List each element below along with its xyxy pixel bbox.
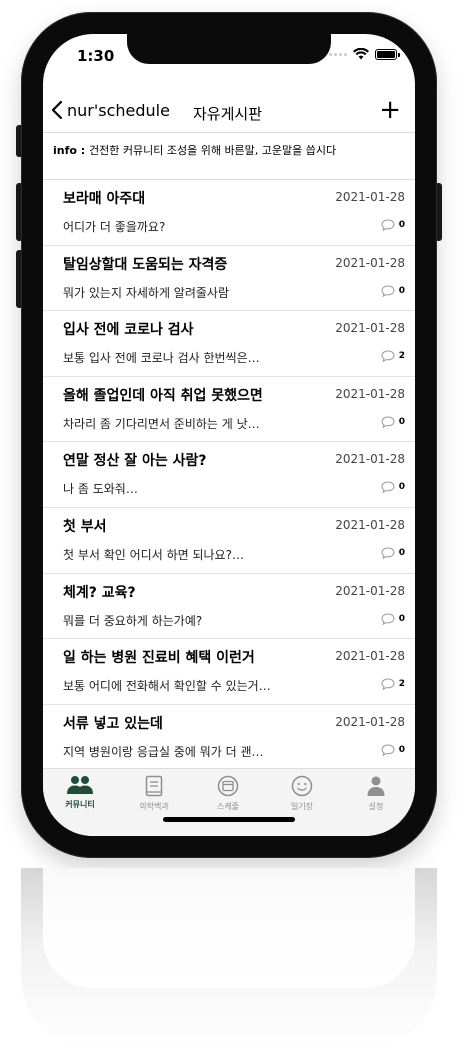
comment-count: 0 [398, 416, 405, 427]
post-item[interactable]: 첫 부서 2021-01-28 첫 부서 확인 어디서 하면 되나요?… 0 [43, 508, 415, 574]
comment-icon [381, 481, 395, 494]
post-item[interactable]: 보라매 아주대 2021-01-28 어디가 더 좋을까요? 0 [43, 180, 415, 246]
page-title: 자유게시판 [193, 105, 263, 123]
comment-count: 0 [398, 220, 405, 230]
tab-community[interactable]: 커뮤니티 [43, 775, 117, 810]
person-icon [367, 776, 385, 796]
comment-icon [381, 416, 395, 428]
phone-frame: 1:30 nur'schedule 자유게시판 + info : 건전한 커뮤니… [21, 12, 437, 858]
phone-screen: 1:30 nur'schedule 자유게시판 + info : 건전한 커뮤니… [43, 34, 415, 836]
notch [127, 34, 331, 64]
post-title: 입사 전에 코로나 검사 [63, 322, 194, 339]
post-preview: 뭐가 있는지 자세하게 알려줄사람 [63, 285, 230, 300]
post-title: 올해 졸업인데 아직 취업 못했으면 [63, 387, 263, 404]
post-title: 연말 정산 잘 아는 사람? [63, 453, 207, 470]
comment-icon [381, 744, 395, 756]
post-preview: 뭐를 더 중요하게 하는가예? [63, 613, 203, 628]
comment-icon [381, 547, 395, 559]
post-preview: 첫 부서 확인 어디서 하면 되나요?… [63, 548, 244, 562]
comment-icon [381, 350, 395, 363]
status-icons [329, 48, 400, 60]
tab-label: 설정 [368, 802, 384, 811]
post-item[interactable]: 입사 전에 코로나 검사 2021-01-28 보통 입사 전에 코로나 검사 … [43, 311, 415, 377]
post-item[interactable]: 연말 정산 잘 아는 사람? 2021-01-28 나 좀 도와줘… 0 [43, 442, 415, 508]
chevron-left-icon [51, 100, 63, 120]
comment-indicator: 2 [381, 350, 405, 363]
signal-icon [329, 52, 347, 56]
back-button[interactable]: nur'schedule [51, 100, 170, 120]
comment-count: 0 [398, 482, 405, 493]
calendar-icon [217, 775, 239, 797]
tab-label: 커뮤니티 [65, 800, 95, 809]
tab-encyclopedia[interactable]: 의학백과 [117, 775, 191, 812]
phone-reflection [21, 868, 437, 1048]
comment-indicator: 0 [381, 744, 405, 756]
comment-count: 0 [398, 613, 405, 624]
post-date: 2021-01-28 [335, 386, 405, 401]
wifi-icon [353, 48, 369, 60]
tab-diary[interactable]: 일기장 [265, 775, 339, 812]
comment-count: 2 [398, 679, 405, 690]
tab-label: 의학백과 [139, 802, 169, 811]
comment-count: 0 [398, 285, 405, 296]
post-title: 일 하는 병원 진료비 혜택 이런거 [63, 650, 255, 667]
post-title: 보라매 아주대 [63, 191, 146, 207]
smile-icon [291, 775, 313, 797]
post-preview: 지역 병원이랑 응급실 중에 뭐가 더 괜… [63, 744, 264, 759]
post-item[interactable]: 올해 졸업인데 아직 취업 못했으면 2021-01-28 차라리 좀 기다리면… [43, 377, 415, 443]
post-date: 2021-01-28 [335, 518, 405, 532]
tab-bar: 커뮤니티 의학백과 스케줄 일기장 설정 [43, 768, 415, 836]
comment-count: 0 [398, 548, 405, 558]
post-preview: 보통 어디에 전화해서 확인할 수 있는거… [63, 679, 271, 694]
tab-label: 스케줄 [216, 802, 240, 811]
comment-indicator: 0 [381, 613, 405, 625]
comment-icon [381, 678, 395, 691]
battery-icon [375, 48, 400, 60]
post-date: 2021-01-28 [335, 190, 405, 204]
comment-indicator: 2 [381, 678, 405, 691]
post-title: 서류 넣고 있는데 [63, 715, 163, 732]
comment-indicator: 0 [381, 285, 405, 297]
post-preview: 어디가 더 좋을까요? [63, 220, 166, 234]
comment-indicator: 0 [381, 547, 405, 559]
post-item[interactable]: 서류 넣고 있는데 2021-01-28 지역 병원이랑 응급실 중에 뭐가 더… [43, 705, 415, 768]
post-item[interactable]: 탈임상할대 도움되는 자격증 2021-01-28 뭐가 있는지 자세하게 알려… [43, 246, 415, 312]
tab-schedule[interactable]: 스케줄 [191, 775, 265, 812]
comment-icon [381, 613, 395, 625]
comment-indicator: 0 [381, 416, 405, 428]
post-date: 2021-01-28 [335, 452, 405, 467]
tab-label: 일기장 [290, 802, 314, 811]
info-banner: info : 건전한 커뮤니티 조성을 위해 바른말, 고운말을 씁시다 [43, 132, 415, 180]
post-date: 2021-01-28 [335, 583, 405, 598]
status-time: 1:30 [77, 47, 115, 65]
post-preview: 나 좀 도와줘… [63, 482, 138, 497]
comment-icon [381, 285, 395, 297]
post-title: 체계? 교육? [63, 584, 136, 601]
tab-settings[interactable]: 설정 [339, 775, 413, 812]
post-item[interactable]: 체계? 교육? 2021-01-28 뭐를 더 중요하게 하는가예? 0 [43, 574, 415, 640]
post-list: 보라매 아주대 2021-01-28 어디가 더 좋을까요? 0 탈임상할대 도… [43, 180, 415, 768]
info-label: info : [53, 144, 90, 157]
post-date: 2021-01-28 [335, 321, 405, 336]
book-icon [145, 775, 163, 797]
comment-icon [381, 219, 395, 231]
home-indicator[interactable] [163, 817, 295, 822]
nav-bar: nur'schedule 자유게시판 + [43, 97, 415, 132]
post-preview: 차라리 좀 기다리면서 준비하는 게 낫… [63, 416, 260, 431]
post-date: 2021-01-28 [335, 714, 405, 729]
post-title: 탈임상할대 도움되는 자격증 [63, 256, 228, 273]
comment-count: 2 [398, 351, 405, 362]
community-icon [67, 776, 93, 794]
post-date: 2021-01-28 [335, 255, 405, 270]
comment-indicator: 0 [381, 219, 405, 231]
post-item[interactable]: 일 하는 병원 진료비 혜택 이런거 2021-01-28 보통 어디에 전화해… [43, 639, 415, 705]
post-preview: 보통 입사 전에 코로나 검사 한번씩은… [63, 351, 260, 366]
comment-count: 0 [398, 744, 405, 755]
back-label: nur'schedule [67, 100, 170, 120]
comment-indicator: 0 [381, 481, 405, 494]
post-title: 첫 부서 [63, 519, 107, 535]
info-text: 건전한 커뮤니티 조성을 위해 바른말, 고운말을 씁시다 [89, 144, 337, 157]
add-post-button[interactable]: + [379, 97, 401, 123]
post-date: 2021-01-28 [335, 649, 405, 664]
